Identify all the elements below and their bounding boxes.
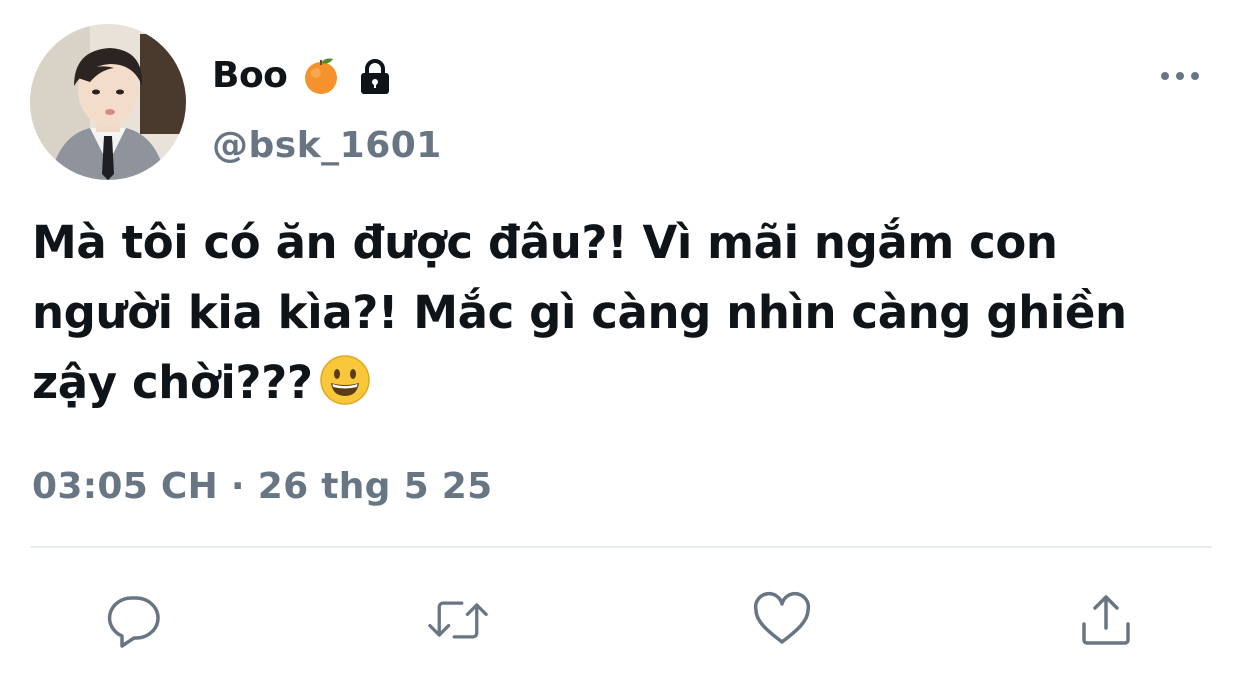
display-name-row: Boo: [212, 52, 395, 100]
divider: [30, 546, 1212, 548]
share-icon: [1082, 595, 1130, 645]
tweet-timestamp[interactable]: 03:05 CH · 26 thg 5 25: [32, 462, 492, 512]
display-name[interactable]: Boo: [212, 52, 288, 100]
lock-icon: [355, 56, 395, 96]
like-button[interactable]: [752, 590, 812, 650]
retweet-button[interactable]: [428, 590, 488, 650]
user-handle[interactable]: @bsk_1601: [212, 122, 442, 170]
reply-button[interactable]: [104, 590, 164, 650]
avatar[interactable]: [30, 24, 186, 180]
avatar-photo: [30, 24, 186, 180]
reply-icon: [107, 596, 160, 648]
more-options-icon[interactable]: [1160, 66, 1200, 86]
tweet-body: Mà tôi có ăn được đâu?! Vì mãi ngắm con …: [32, 216, 1127, 409]
tweet-text: Mà tôi có ăn được đâu?! Vì mãi ngắm con …: [32, 208, 1212, 426]
retweet-icon: [428, 601, 488, 639]
share-button[interactable]: [1076, 590, 1136, 650]
tweet-card: Boo @bsk_1601 Mà tôi có ăn được đâu?! Vì…: [0, 0, 1242, 681]
like-icon: [753, 591, 811, 644]
grinning-face-emoji-icon: [319, 354, 371, 426]
orange-emoji-icon: [303, 56, 339, 96]
